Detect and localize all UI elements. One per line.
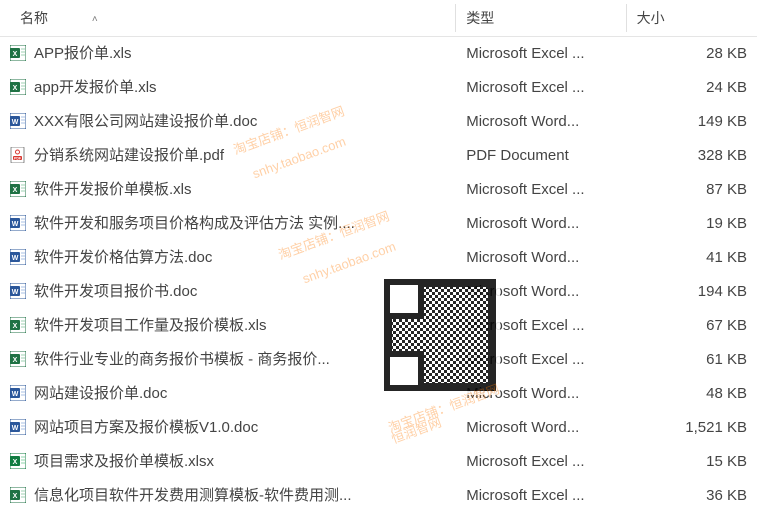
file-row[interactable]: 软件开发价格估算方法.doc Microsoft Word...41 KB [0, 241, 757, 275]
pdf-file-icon [10, 147, 26, 163]
file-name-label: 分销系统网站建设报价单.pdf [34, 147, 224, 164]
file-size-cell: 15 KB [627, 445, 757, 479]
file-type-cell: Microsoft Excel ... [456, 37, 626, 72]
file-row[interactable]: 软件开发和服务项目价格构成及评估方法 实例.... Microsoft Word.… [0, 207, 757, 241]
xls-file-icon [10, 45, 26, 61]
xls-file-icon [10, 79, 26, 95]
file-name-cell[interactable]: APP报价单.xls [0, 37, 456, 72]
file-type-cell: Microsoft Excel ... [456, 445, 626, 479]
column-header-size-label: 大小 [637, 10, 665, 26]
file-size-cell: 41 KB [627, 241, 757, 275]
file-row[interactable]: 软件开发项目工作量及报价模板.xls Microsoft Excel ...67 … [0, 309, 757, 343]
sort-ascending-icon: ˄ [92, 14, 98, 25]
file-row[interactable]: XXX有限公司网站建设报价单.doc Microsoft Word...149 K… [0, 105, 757, 139]
file-name-cell[interactable]: 软件行业专业的商务报价书模板 - 商务报价... [0, 343, 456, 377]
column-header-name[interactable]: 名称 ˄ [0, 0, 456, 37]
file-type-cell: PDF Document [456, 139, 626, 173]
file-row[interactable]: 网站项目方案及报价模板V1.0.doc Microsoft Word...1,52… [0, 411, 757, 445]
file-type-cell: Microsoft Word... [456, 377, 626, 411]
file-type-cell: Microsoft Word... [456, 207, 626, 241]
file-row[interactable]: 信息化项目软件开发费用测算模板-软件费用测... Microsoft Excel … [0, 479, 757, 513]
file-name-cell[interactable]: 软件开发价格估算方法.doc [0, 241, 456, 275]
file-name-cell[interactable]: 信息化项目软件开发费用测算模板-软件费用测... [0, 479, 456, 513]
doc-file-icon [10, 113, 26, 129]
file-name-cell[interactable]: 软件开发报价单模板.xls [0, 173, 456, 207]
file-type-cell: Microsoft Word... [456, 411, 626, 445]
xls-file-icon [10, 317, 26, 333]
file-name-cell[interactable]: 软件开发项目报价书.doc [0, 275, 456, 309]
file-name-cell[interactable]: 软件开发和服务项目价格构成及评估方法 实例.... [0, 207, 456, 241]
file-row[interactable]: 项目需求及报价单模板.xlsx Microsoft Excel ...15 KB [0, 445, 757, 479]
file-size-cell: 61 KB [627, 343, 757, 377]
doc-file-icon [10, 283, 26, 299]
file-name-cell[interactable]: XXX有限公司网站建设报价单.doc [0, 105, 456, 139]
file-name-label: 软件开发和服务项目价格构成及评估方法 实例.... [34, 215, 355, 232]
file-size-cell: 24 KB [627, 71, 757, 105]
file-name-label: XXX有限公司网站建设报价单.doc [34, 113, 257, 130]
doc-file-icon [10, 419, 26, 435]
file-name-cell[interactable]: 网站建设报价单.doc [0, 377, 456, 411]
file-name-label: 软件开发项目报价书.doc [34, 283, 197, 300]
file-size-cell: 1,521 KB [627, 411, 757, 445]
file-name-label: 网站建设报价单.doc [34, 385, 167, 402]
file-name-label: app开发报价单.xls [34, 79, 157, 96]
file-list-table: 名称 ˄ 类型 大小 APP报价单.xls Microsoft Excel ...… [0, 0, 757, 513]
file-row[interactable]: 网站建设报价单.doc Microsoft Word...48 KB [0, 377, 757, 411]
file-type-cell: Microsoft Word... [456, 241, 626, 275]
column-header-row: 名称 ˄ 类型 大小 [0, 0, 757, 37]
column-header-size[interactable]: 大小 [627, 0, 757, 37]
file-type-cell: Microsoft Excel ... [456, 479, 626, 513]
file-row[interactable]: 软件行业专业的商务报价书模板 - 商务报价... Microsoft Excel … [0, 343, 757, 377]
file-name-label: 软件开发价格估算方法.doc [34, 249, 212, 266]
file-name-label: 软件开发项目工作量及报价模板.xls [34, 317, 267, 334]
file-row[interactable]: 分销系统网站建设报价单.pdf PDF Document328 KB [0, 139, 757, 173]
file-name-cell[interactable]: 软件开发项目工作量及报价模板.xls [0, 309, 456, 343]
file-size-cell: 87 KB [627, 173, 757, 207]
file-name-label: 信息化项目软件开发费用测算模板-软件费用测... [34, 487, 352, 504]
column-header-type-label: 类型 [466, 10, 494, 26]
file-name-cell[interactable]: 网站项目方案及报价模板V1.0.doc [0, 411, 456, 445]
file-name-label: 项目需求及报价单模板.xlsx [34, 453, 214, 470]
file-size-cell: 48 KB [627, 377, 757, 411]
file-name-label: 网站项目方案及报价模板V1.0.doc [34, 419, 258, 436]
file-size-cell: 28 KB [627, 37, 757, 72]
file-name-label: APP报价单.xls [34, 45, 132, 62]
file-size-cell: 67 KB [627, 309, 757, 343]
file-name-label: 软件开发报价单模板.xls [34, 181, 192, 198]
column-header-type[interactable]: 类型 [456, 0, 626, 37]
file-size-cell: 149 KB [627, 105, 757, 139]
file-size-cell: 328 KB [627, 139, 757, 173]
xls-file-icon [10, 351, 26, 367]
file-name-cell[interactable]: 项目需求及报价单模板.xlsx [0, 445, 456, 479]
file-row[interactable]: APP报价单.xls Microsoft Excel ...28 KB [0, 37, 757, 72]
file-type-cell: Microsoft Excel ... [456, 309, 626, 343]
file-size-cell: 194 KB [627, 275, 757, 309]
file-row[interactable]: 软件开发报价单模板.xls Microsoft Excel ...87 KB [0, 173, 757, 207]
doc-file-icon [10, 249, 26, 265]
file-type-cell: Microsoft Word... [456, 275, 626, 309]
file-name-label: 软件行业专业的商务报价书模板 - 商务报价... [34, 351, 330, 368]
file-size-cell: 19 KB [627, 207, 757, 241]
column-header-name-label: 名称 [20, 10, 48, 26]
file-name-cell[interactable]: app开发报价单.xls [0, 71, 456, 105]
xlsx-file-icon [10, 453, 26, 469]
file-type-cell: Microsoft Word... [456, 105, 626, 139]
file-row[interactable]: 软件开发项目报价书.doc Microsoft Word...194 KB [0, 275, 757, 309]
doc-file-icon [10, 385, 26, 401]
file-name-cell[interactable]: 分销系统网站建设报价单.pdf [0, 139, 456, 173]
file-size-cell: 36 KB [627, 479, 757, 513]
xls-file-icon [10, 181, 26, 197]
file-type-cell: Microsoft Excel ... [456, 173, 626, 207]
file-type-cell: Microsoft Excel ... [456, 343, 626, 377]
file-row[interactable]: app开发报价单.xls Microsoft Excel ...24 KB [0, 71, 757, 105]
file-type-cell: Microsoft Excel ... [456, 71, 626, 105]
xls-file-icon [10, 487, 26, 503]
doc-file-icon [10, 215, 26, 231]
